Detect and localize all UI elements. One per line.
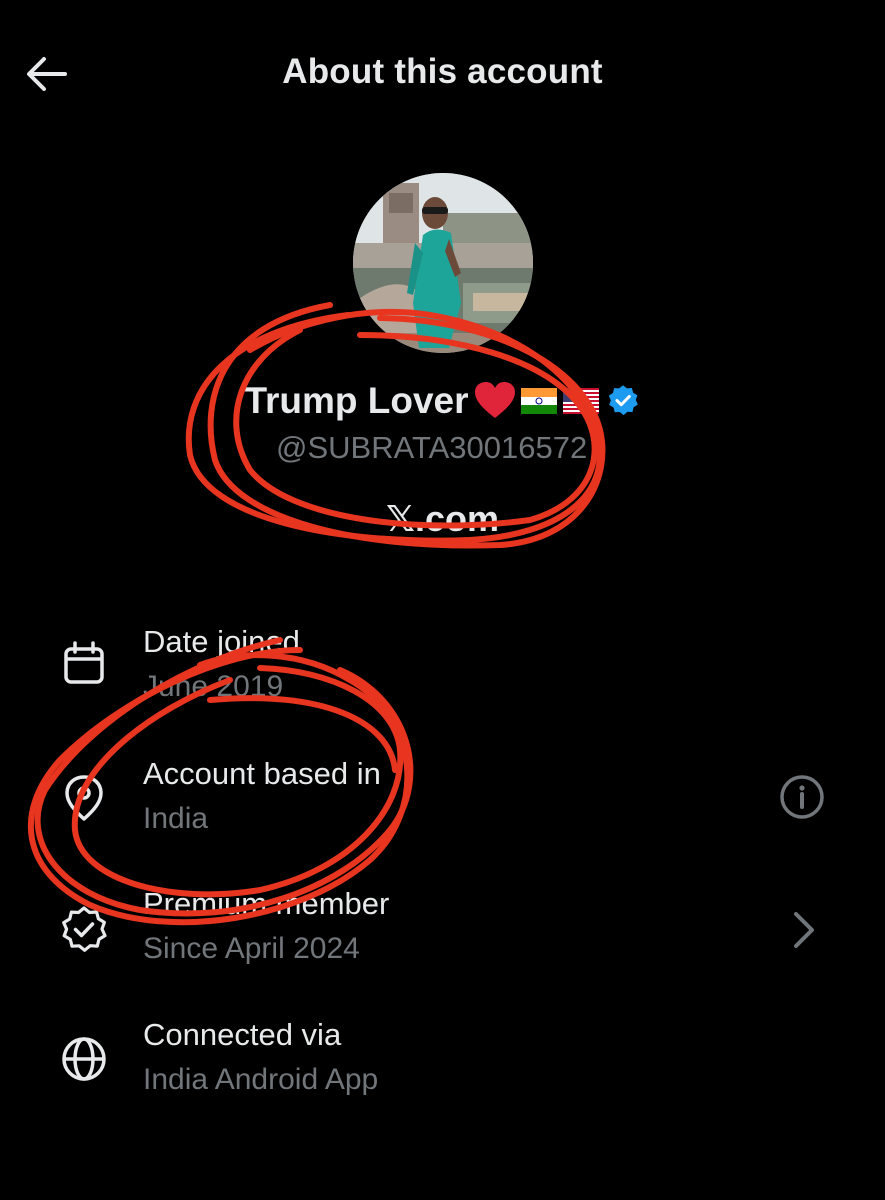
info-label: Date joined <box>143 624 300 659</box>
info-row-connected-via: Connected via India Android App <box>0 1013 885 1123</box>
info-label: Account based in <box>143 756 381 791</box>
info-row-account-based: Account based in India <box>0 752 885 862</box>
calendar-icon <box>64 641 104 684</box>
india-flag-emoji <box>520 388 557 414</box>
info-label: Premium member <box>143 886 390 921</box>
avatar-photo <box>353 173 533 353</box>
avatar[interactable] <box>353 173 533 353</box>
info-row-date-joined: Date joined June 2019 <box>0 620 885 730</box>
source-site-label: 𝕏.com <box>385 498 500 539</box>
profile-name-row: Trump Lover <box>0 380 885 422</box>
info-circle-icon[interactable] <box>776 771 828 823</box>
header-bar: About this account <box>0 0 885 150</box>
info-label: Connected via <box>143 1017 342 1052</box>
page-title: About this account <box>282 52 603 91</box>
globe-icon <box>62 1037 106 1081</box>
location-pin-icon <box>65 775 103 821</box>
info-value: India <box>143 802 209 835</box>
info-row-premium[interactable]: Premium member Since April 2024 <box>0 882 885 992</box>
user-handle: @SUBRATA30016572 <box>276 430 588 465</box>
heart-emoji <box>474 382 515 418</box>
info-value: Since April 2024 <box>143 932 360 965</box>
verified-badge-outline-icon <box>62 906 107 952</box>
info-value: June 2019 <box>143 670 284 703</box>
info-value: India Android App <box>143 1063 379 1096</box>
us-flag-emoji <box>562 388 599 414</box>
display-name: Trump Lover <box>244 380 469 421</box>
chevron-right-icon[interactable] <box>776 904 828 956</box>
verified-badge-icon <box>605 383 641 419</box>
name-emojis <box>474 382 599 420</box>
